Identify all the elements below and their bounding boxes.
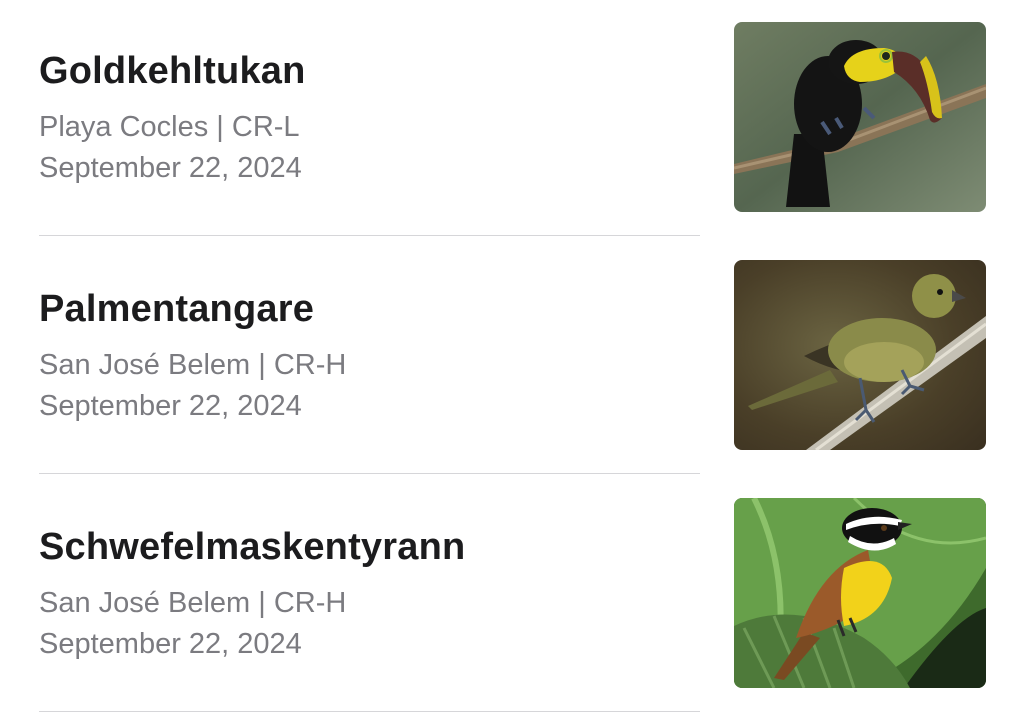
sighting-date: September 22, 2024 [39, 152, 302, 184]
row-divider [39, 235, 700, 236]
sighting-location: San José Belem | CR-H [39, 587, 347, 619]
row-divider [39, 711, 700, 712]
toucan-photo[interactable] [734, 22, 986, 212]
sighting-row[interactable]: Schwefelmaskentyrann San José Belem | CR… [0, 476, 1024, 714]
row-divider [39, 473, 700, 474]
tanager-photo[interactable] [734, 260, 986, 450]
sighting-location: Playa Cocles | CR-L [39, 111, 300, 143]
sighting-row[interactable]: Palmentangare San José Belem | CR-H Sept… [0, 238, 1024, 476]
sighting-date: September 22, 2024 [39, 628, 302, 660]
sighting-location: San José Belem | CR-H [39, 349, 347, 381]
species-name: Palmentangare [39, 288, 315, 330]
sighting-row[interactable]: Goldkehltukan Playa Cocles | CR-L Septem… [0, 0, 1024, 238]
sightings-list: Goldkehltukan Playa Cocles | CR-L Septem… [0, 0, 1024, 714]
species-name: Goldkehltukan [39, 50, 306, 92]
kiskadee-photo[interactable] [734, 498, 986, 688]
species-name: Schwefelmaskentyrann [39, 526, 466, 568]
sighting-date: September 22, 2024 [39, 390, 302, 422]
